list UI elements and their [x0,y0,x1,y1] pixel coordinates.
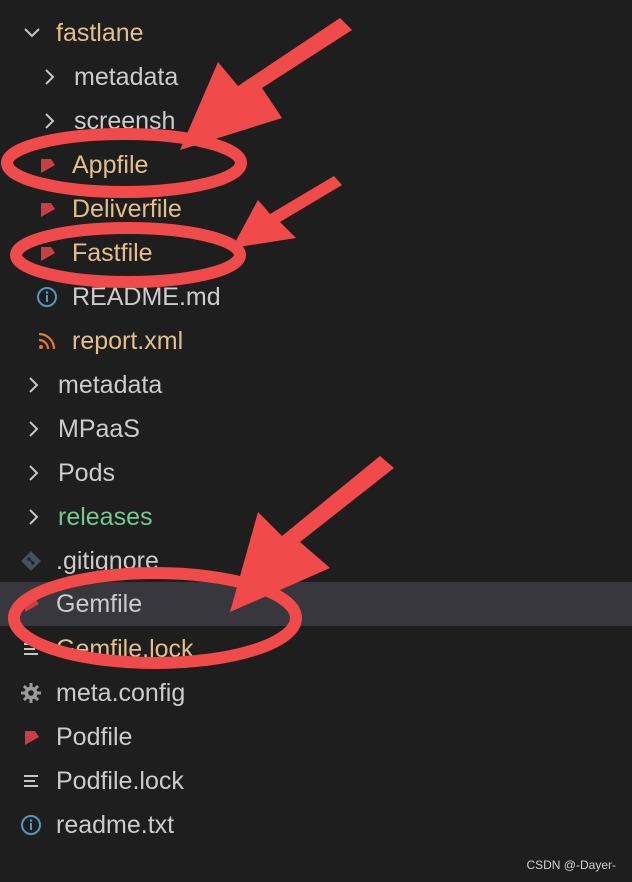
info-icon [20,814,42,836]
tree-item-label: report.xml [72,326,184,355]
tree-item-pods[interactable]: Pods [0,451,632,495]
tree-item-gitignore[interactable]: .gitignore [0,539,632,583]
tree-item-podfile-lock[interactable]: Podfile.lock [0,759,632,803]
git-icon [20,550,42,572]
tree-item-label: metadata [74,62,179,91]
ruby-icon [20,593,42,615]
tree-item-report-xml[interactable]: report.xml [0,319,632,363]
tree-item-label: screensh [74,106,176,135]
ruby-icon [36,198,58,220]
tree-item-fastfile[interactable]: Fastfile [0,231,632,275]
tree-item-label: README.md [72,282,221,311]
rss-icon [36,330,58,352]
chevron-right-icon [24,463,44,483]
tree-item-screenshots[interactable]: screensh [0,99,632,143]
info-icon [36,286,58,308]
tree-item-label: fastlane [56,18,144,47]
tree-item-metadata[interactable]: metadata [0,363,632,407]
tree-item-label: Gemfile.lock [56,634,194,663]
chevron-right-icon [24,375,44,395]
chevron-right-icon [24,419,44,439]
tree-item-readme-txt[interactable]: readme.txt [0,803,632,847]
lines-icon [20,638,42,660]
tree-item-label: Gemfile [56,589,143,618]
tree-item-gemfile-lock[interactable]: Gemfile.lock [0,627,632,671]
tree-item-readme-md[interactable]: README.md [0,275,632,319]
tree-item-releases[interactable]: releases [0,495,632,539]
tree-item-deliverfile[interactable]: Deliverfile [0,187,632,231]
tree-item-mpaas[interactable]: MPaaS [0,407,632,451]
tree-item-label: readme.txt [56,810,175,839]
tree-item-label: Deliverfile [72,194,182,223]
tree-item-meta-config[interactable]: meta.config [0,671,632,715]
chevron-right-icon [40,67,60,87]
tree-item-fastlane[interactable]: fastlane [0,11,632,55]
tree-item-label: meta.config [56,678,186,707]
chevron-down-icon [22,23,42,43]
chevron-right-icon [24,507,44,527]
ruby-icon [36,242,58,264]
gear-icon [20,682,42,704]
tree-item-podfile[interactable]: Podfile [0,715,632,759]
chevron-right-icon [40,111,60,131]
tree-item-appfile[interactable]: Appfile [0,143,632,187]
tree-item-label: releases [58,502,153,531]
lines-icon [20,770,42,792]
watermark: CSDN @-Dayer- [526,858,616,872]
tree-item-fastlane-metadata[interactable]: metadata [0,55,632,99]
tree-item-label: Appfile [72,150,149,179]
tree-item-label: Podfile.lock [56,766,184,795]
tree-item-gemfile[interactable]: Gemfile [0,582,632,626]
tree-item-label: metadata [58,370,163,399]
tree-item-label: Fastfile [72,238,153,267]
ruby-icon [20,726,42,748]
tree-item-label: .gitignore [56,546,159,575]
tree-item-label: MPaaS [58,414,140,443]
tree-item-label: Podfile [56,722,133,751]
ruby-icon [36,154,58,176]
tree-item-label: Pods [58,458,115,487]
